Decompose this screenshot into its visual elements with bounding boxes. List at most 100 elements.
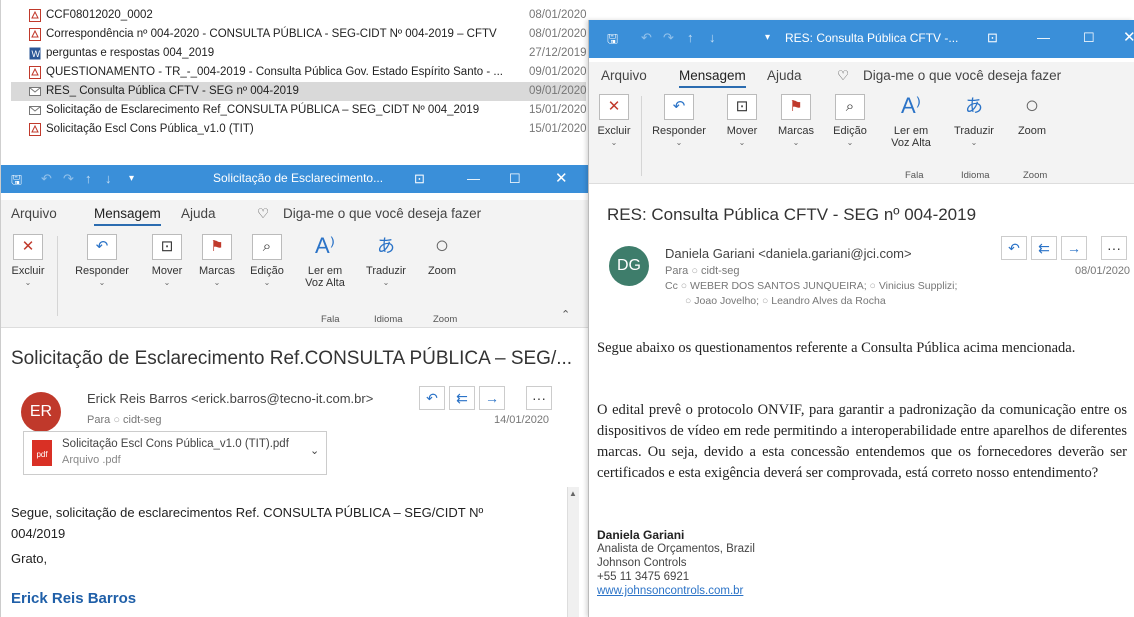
menu-ajuda[interactable]: Ajuda bbox=[181, 206, 216, 221]
sender[interactable]: Erick Reis Barros <erick.barros@tecno-it… bbox=[87, 391, 373, 406]
menu-mensagem[interactable]: Mensagem bbox=[679, 68, 746, 88]
attachment[interactable]: pdf Solicitação Escl Cons Pública_v1.0 (… bbox=[23, 431, 327, 475]
file-date: 09/01/2020 bbox=[529, 66, 587, 78]
menu-arquivo[interactable]: Arquivo bbox=[601, 68, 647, 83]
file-name: Solicitação Escl Cons Pública_v1.0 (TIT) bbox=[46, 123, 254, 135]
editing-button[interactable]: ⌕ Edição ⌄ bbox=[827, 94, 873, 147]
reply-icon[interactable]: ↶ bbox=[419, 386, 445, 410]
tell-me-search[interactable]: Diga-me o que você deseja fazer bbox=[283, 206, 481, 221]
cc-joao[interactable]: Joao Jovelho; bbox=[694, 295, 759, 307]
undo-icon[interactable]: ↶ bbox=[41, 171, 52, 187]
cc-leandro[interactable]: Leandro Alves da Rocha bbox=[771, 295, 885, 307]
file-row[interactable]: QUESTIONAMENTO - TR_-_004-2019 - Consult… bbox=[11, 63, 587, 82]
delete-button[interactable]: ✕ Excluir ⌄ bbox=[5, 234, 51, 287]
tags-button[interactable]: ⚑ Marcas ⌄ bbox=[773, 94, 819, 147]
translate-button[interactable]: あ Traduzir ⌄ bbox=[947, 94, 1001, 147]
signature-website-link[interactable]: www.johnsoncontrols.com.br bbox=[597, 585, 743, 597]
reply-label: Responder bbox=[652, 125, 706, 137]
collapse-ribbon-icon[interactable]: ⌃ bbox=[561, 308, 570, 321]
chevron-down-icon: ⌄ bbox=[213, 278, 221, 287]
delete-label: Excluir bbox=[597, 125, 631, 137]
file-name: Solicitação de Esclarecimento Ref_CONSUL… bbox=[46, 104, 480, 116]
file-row[interactable]: CCF08012020_0002 08/01/2020 bbox=[11, 6, 587, 25]
right-titlebar: 🖫 ↶ ↷ ↑ ↓ ▾ RES: Consulta Pública CFTV -… bbox=[589, 20, 1134, 58]
chevron-down-icon[interactable]: ⌄ bbox=[310, 444, 319, 457]
cc-vinicius[interactable]: Vinicius Supplizi; bbox=[879, 280, 958, 292]
translate-button[interactable]: あ Traduzir ⌄ bbox=[359, 234, 413, 287]
file-row[interactable]: Solicitação Escl Cons Pública_v1.0 (TIT)… bbox=[11, 120, 587, 139]
sender[interactable]: Daniela Gariani <daniela.gariani@jci.com… bbox=[665, 246, 912, 261]
move-button[interactable]: ⊡ Mover ⌄ bbox=[144, 234, 190, 287]
editing-button[interactable]: ⌕ Edição ⌄ bbox=[244, 234, 290, 287]
maximize-icon[interactable]: ☐ bbox=[1083, 30, 1095, 46]
cc-weber[interactable]: WEBER DOS SANTOS JUNQUEIRA; bbox=[690, 280, 867, 292]
zoom-label: Zoom bbox=[1017, 125, 1047, 137]
ribbon-display-icon[interactable]: ⊡ bbox=[414, 171, 425, 187]
redo-icon[interactable]: ↷ bbox=[663, 30, 674, 46]
read-aloud-button[interactable]: A⁾ Ler em Voz Alta bbox=[885, 93, 937, 150]
right-menubar: Arquivo Mensagem Ajuda ♡ Diga-me o que v… bbox=[589, 62, 1134, 90]
file-row[interactable]: Correspondência nº 004-2020 - CONSULTA P… bbox=[11, 25, 587, 44]
save-icon[interactable]: 🖫 bbox=[11, 171, 22, 193]
group-fala: Fala bbox=[905, 170, 924, 181]
ribbon-display-icon[interactable]: ⊡ bbox=[987, 30, 998, 46]
group-zoom: Zoom bbox=[1023, 170, 1048, 181]
lightbulb-icon: ♡ bbox=[257, 206, 270, 221]
forward-icon[interactable]: → bbox=[1061, 236, 1087, 260]
menu-mensagem[interactable]: Mensagem bbox=[94, 206, 161, 226]
file-name: Correspondência nº 004-2020 - CONSULTA P… bbox=[46, 28, 497, 40]
menu-arquivo[interactable]: Arquivo bbox=[11, 206, 57, 221]
read-aloud-button[interactable]: A⁾ Ler em Voz Alta bbox=[299, 233, 351, 290]
tags-button[interactable]: ⚑ Marcas ⌄ bbox=[194, 234, 240, 287]
forward-icon[interactable]: → bbox=[479, 386, 505, 410]
file-row[interactable]: Solicitação de Esclarecimento Ref_CONSUL… bbox=[11, 101, 587, 120]
read-aloud-icon: A⁾ bbox=[900, 93, 922, 118]
chevron-down-icon: ⌄ bbox=[24, 278, 32, 287]
reply-all-icon[interactable]: ⇇ bbox=[449, 386, 475, 410]
redo-icon[interactable]: ↷ bbox=[63, 171, 74, 187]
undo-icon[interactable]: ↶ bbox=[641, 30, 652, 46]
file-row[interactable]: W perguntas e respostas 004_2019 27/12/2… bbox=[11, 44, 587, 63]
flag-icon: ⚑ bbox=[202, 234, 232, 260]
maximize-icon[interactable]: ☐ bbox=[509, 171, 521, 187]
reply-all-icon[interactable]: ⇇ bbox=[1031, 236, 1057, 260]
reply-icon[interactable]: ↶ bbox=[1001, 236, 1027, 260]
tell-me-search[interactable]: Diga-me o que você deseja fazer bbox=[863, 68, 1061, 83]
zoom-button[interactable]: ○ Zoom bbox=[1009, 94, 1055, 138]
minimize-icon[interactable]: — bbox=[467, 171, 480, 186]
quick-access-dropdown-icon[interactable]: ▾ bbox=[765, 32, 770, 43]
left-titlebar: 🖫 ↶ ↷ ↑ ↓ ▾ Solicitação de Esclareciment… bbox=[1, 165, 588, 193]
reply-button[interactable]: ↶ Responder ⌄ bbox=[74, 234, 130, 287]
save-icon[interactable]: 🖫 bbox=[607, 30, 618, 52]
reply-label: Responder bbox=[75, 265, 129, 277]
scroll-up-icon[interactable]: ▲ bbox=[569, 489, 577, 498]
more-options-icon[interactable]: ··· bbox=[526, 386, 552, 410]
menu-ajuda[interactable]: Ajuda bbox=[767, 68, 802, 83]
avatar: DG bbox=[609, 246, 649, 286]
pdf-icon: pdf bbox=[32, 440, 52, 466]
left-menubar: Arquivo Mensagem Ajuda ♡ Diga-me o que v… bbox=[1, 200, 588, 228]
zoom-button[interactable]: ○ Zoom bbox=[419, 234, 465, 278]
reply-button[interactable]: ↶ Responder ⌄ bbox=[651, 94, 707, 147]
file-row-selected[interactable]: RES_ Consulta Pública CFTV - SEG nº 004-… bbox=[11, 82, 587, 101]
up-arrow-icon[interactable]: ↑ bbox=[85, 171, 92, 186]
delete-button[interactable]: ✕ Excluir ⌄ bbox=[591, 94, 637, 147]
close-icon[interactable]: ✕ bbox=[1123, 28, 1134, 46]
more-options-icon[interactable]: ··· bbox=[1101, 236, 1127, 260]
move-button[interactable]: ⊡ Mover ⌄ bbox=[719, 94, 765, 147]
down-arrow-icon[interactable]: ↓ bbox=[105, 171, 112, 186]
read-aloud-icon: A⁾ bbox=[314, 233, 336, 258]
quick-access-dropdown-icon[interactable]: ▾ bbox=[129, 173, 134, 184]
read-aloud-label-2: Voz Alta bbox=[305, 277, 345, 289]
scrollbar[interactable]: ▲ bbox=[567, 487, 579, 617]
close-icon[interactable]: ✕ bbox=[555, 169, 568, 187]
editing-label: Edição bbox=[250, 265, 284, 277]
chevron-down-icon: ⌄ bbox=[610, 138, 618, 147]
minimize-icon[interactable]: — bbox=[1037, 30, 1050, 45]
up-arrow-icon[interactable]: ↑ bbox=[687, 30, 694, 45]
to-value[interactable]: cidt-seg bbox=[123, 414, 162, 426]
translate-icon: あ bbox=[965, 96, 983, 116]
down-arrow-icon[interactable]: ↓ bbox=[709, 30, 716, 45]
file-list: CCF08012020_0002 08/01/2020 Correspondên… bbox=[0, 0, 600, 165]
to-value[interactable]: cidt-seg bbox=[701, 265, 740, 277]
